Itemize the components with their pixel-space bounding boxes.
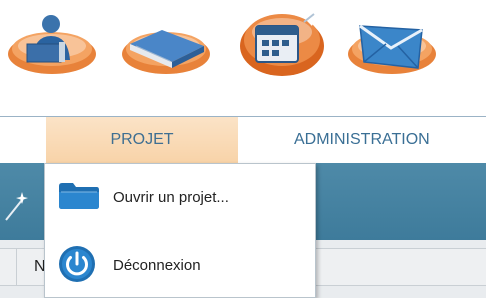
menu-projet[interactable]: PROJET [46, 117, 238, 163]
grid-column-divider [16, 248, 17, 286]
calendar-icon[interactable] [232, 0, 332, 80]
menu-bar: PROJET ADMINISTRATION [0, 117, 486, 163]
projet-dropdown-menu: Ouvrir un projet... Déconnexion [44, 163, 316, 298]
menu-item-logout[interactable]: Déconnexion [45, 236, 315, 296]
mail-icon[interactable] [344, 0, 444, 80]
menu-item-label: Ouvrir un projet... [113, 189, 229, 206]
power-icon [59, 246, 95, 282]
menu-item-label: Déconnexion [113, 257, 201, 274]
user-icon[interactable] [2, 0, 102, 80]
menu-item-open-project[interactable]: Ouvrir un projet... [45, 166, 315, 226]
app-icon-bar [0, 0, 486, 90]
folder-icon [59, 183, 99, 209]
magic-wand-icon[interactable] [2, 190, 30, 222]
menu-administration[interactable]: ADMINISTRATION [294, 117, 486, 163]
book-icon[interactable] [116, 0, 216, 80]
